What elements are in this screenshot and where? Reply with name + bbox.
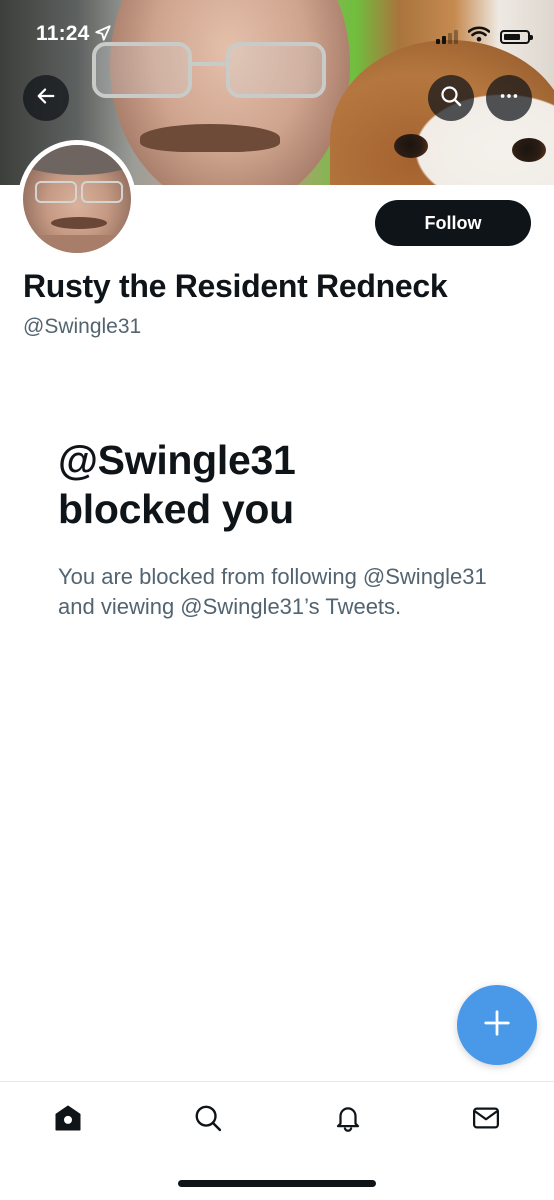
- battery-icon: [500, 29, 533, 44]
- banner-photo-dog-eye: [512, 138, 546, 162]
- banner-photo-glasses: [92, 42, 192, 98]
- location-arrow-icon: [94, 24, 112, 47]
- follow-button[interactable]: Follow: [375, 200, 531, 246]
- home-icon: [53, 1103, 83, 1138]
- nav-messages[interactable]: [466, 1100, 506, 1140]
- home-indicator[interactable]: [178, 1180, 376, 1187]
- search-profile-button[interactable]: [428, 75, 474, 121]
- banner-photo-dog-eye: [394, 134, 428, 158]
- display-name: Rusty the Resident Redneck: [23, 268, 448, 304]
- arrow-left-icon: [35, 85, 57, 112]
- blocked-description: You are blocked from following @Swingle3…: [58, 564, 487, 619]
- profile-handle: @Swingle31: [23, 315, 142, 338]
- banner-photo-glasses-bridge: [190, 62, 228, 66]
- nav-home[interactable]: [48, 1100, 88, 1140]
- blocked-title-text: blocked you: [58, 486, 294, 533]
- cellular-signal-icon: [436, 29, 458, 44]
- plus-icon: [482, 1008, 512, 1043]
- nav-search[interactable]: [188, 1100, 228, 1140]
- mail-icon: [471, 1103, 501, 1138]
- profile-screen: 11:24 Follow Rusty the Resident Redneck …: [0, 0, 554, 1200]
- blocked-title: @Swingle31 blocked you: [58, 436, 498, 534]
- search-icon: [439, 84, 463, 113]
- search-icon: [193, 1103, 223, 1138]
- wifi-icon: [467, 26, 491, 47]
- status-icons: [436, 26, 533, 47]
- blocked-title-handle: @Swingle31: [58, 437, 296, 483]
- avatar[interactable]: [18, 140, 136, 258]
- status-time: 11:24: [36, 22, 90, 45]
- nav-notifications[interactable]: [328, 1100, 368, 1140]
- banner-photo-moustache: [140, 124, 280, 152]
- compose-tweet-button[interactable]: [457, 985, 537, 1065]
- more-horizontal-icon: [498, 85, 520, 112]
- more-options-button[interactable]: [486, 75, 532, 121]
- banner-photo-glasses: [226, 42, 326, 98]
- back-button[interactable]: [23, 75, 69, 121]
- bell-icon: [333, 1103, 363, 1138]
